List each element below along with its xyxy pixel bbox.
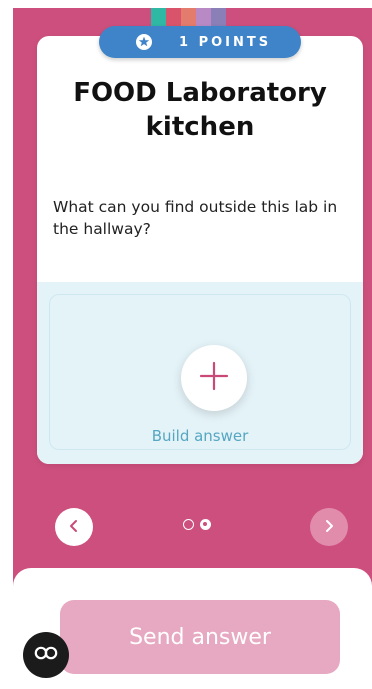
app-screen: FOOD Laboratory kitchen What can you fin… — [13, 8, 372, 689]
question-card: FOOD Laboratory kitchen What can you fin… — [37, 36, 363, 464]
decorative-color-strip — [151, 8, 226, 26]
next-question-button[interactable] — [310, 508, 348, 546]
bottom-action-sheet: Send answer — [13, 568, 372, 689]
star-badge-icon — [135, 33, 153, 51]
previous-question-button[interactable] — [55, 508, 93, 546]
page-dot-active[interactable] — [200, 519, 211, 530]
pagination-dots — [183, 519, 211, 530]
question-text: What can you find outside this lab in th… — [53, 198, 338, 238]
chevron-right-icon — [322, 518, 336, 537]
points-label: 1 POINTS — [179, 34, 272, 50]
send-answer-button[interactable]: Send answer — [60, 600, 340, 674]
question-title: FOOD Laboratory kitchen — [73, 78, 327, 142]
plus-icon — [199, 361, 229, 395]
points-badge: 1 POINTS — [99, 26, 301, 58]
chevron-left-icon — [67, 518, 81, 537]
build-answer-box[interactable]: Build answer — [49, 294, 351, 450]
page-dot[interactable] — [183, 519, 194, 530]
closed-captions-icon — [33, 645, 59, 665]
answer-area: Build answer — [37, 282, 363, 464]
build-answer-label[interactable]: Build answer — [50, 427, 350, 445]
closed-captions-button[interactable] — [23, 632, 69, 678]
add-answer-button[interactable] — [181, 345, 247, 411]
